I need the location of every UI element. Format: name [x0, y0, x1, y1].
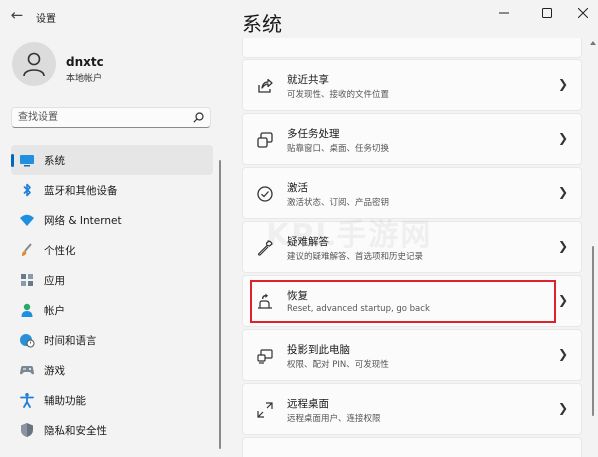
close-button[interactable]: [568, 3, 598, 23]
sidebar-item-network[interactable]: 网络 & Internet: [11, 205, 213, 235]
shield-icon: [21, 423, 33, 437]
chevron-right-icon: ❯: [557, 239, 568, 253]
selection-indicator: [11, 154, 14, 167]
multitask-icon: [257, 132, 273, 148]
sidebar-item-accounts[interactable]: 帐户: [11, 295, 213, 325]
title-bar: ← 设置: [0, 0, 598, 34]
card-subtitle: 权限、配对 PIN、可发现性: [287, 360, 389, 370]
gamepad-icon: [20, 366, 34, 375]
card-subtitle: Reset, advanced startup, go back: [287, 304, 430, 314]
maximize-button[interactable]: [532, 3, 562, 23]
sidebar-item-label: 个性化: [44, 245, 76, 257]
close-icon: [578, 8, 588, 18]
sidebar-item-bluetooth[interactable]: 蓝牙和其他设备: [11, 175, 213, 205]
sidebar-item-label: 隐私和安全性: [44, 425, 107, 437]
accessibility-icon: [20, 393, 34, 408]
apps-icon: [21, 274, 33, 286]
card-title: 多任务处理: [287, 128, 340, 140]
settings-card-recovery[interactable]: 恢复 Reset, advanced startup, go back ❯: [242, 275, 582, 327]
main-scrollbar[interactable]: [592, 246, 594, 416]
settings-card-remote-desktop[interactable]: 远程桌面 远程桌面用户、连接权限 ❯: [242, 383, 582, 435]
bluetooth-icon: [23, 183, 31, 197]
chevron-right-icon: ❯: [557, 347, 568, 361]
card-title: 就近共享: [287, 74, 329, 86]
sidebar-item-label: 蓝牙和其他设备: [44, 185, 118, 197]
minimize-button[interactable]: [489, 3, 519, 23]
person-icon: [21, 303, 33, 317]
sidebar-item-label: 系统: [44, 155, 65, 167]
chevron-right-icon: ❯: [557, 185, 568, 199]
sidebar-item-label: 帐户: [44, 305, 65, 317]
sidebar-item-gaming[interactable]: 游戏: [11, 355, 213, 385]
settings-card-multitasking[interactable]: 多任务处理 贴靠窗口、桌面、任务切换 ❯: [242, 113, 582, 165]
page-title: 系统: [242, 12, 282, 36]
monitor-icon: [20, 155, 34, 167]
card-subtitle: 远程桌面用户、连接权限: [287, 414, 381, 424]
project-icon: [257, 349, 273, 364]
back-button[interactable]: ←: [6, 4, 28, 26]
remote-desktop-icon: [257, 402, 273, 418]
settings-card-partial[interactable]: [242, 38, 582, 58]
app-title: 设置: [36, 14, 56, 25]
sidebar-item-time-language[interactable]: 时间和语言: [11, 325, 213, 355]
card-title: 远程桌面: [287, 398, 329, 410]
sidebar-item-privacy[interactable]: 隐私和安全性: [11, 415, 213, 445]
sidebar-item-label: 游戏: [44, 365, 65, 377]
search-icon[interactable]: [193, 112, 204, 123]
brush-icon: [22, 243, 32, 256]
sidebar-item-label: 网络 & Internet: [44, 215, 122, 227]
sidebar-item-accessibility[interactable]: 辅助功能: [11, 385, 213, 415]
maximize-icon: [542, 8, 552, 18]
watermark: KPL手游网: [266, 218, 433, 253]
scroll-up-arrow-icon[interactable]: [590, 41, 596, 45]
recovery-icon: [258, 293, 272, 309]
arrow-left-icon: ←: [10, 6, 24, 24]
sidebar-item-label: 辅助功能: [44, 395, 86, 407]
share-icon: [258, 78, 273, 93]
person-icon: [23, 52, 45, 77]
sidebar-item-apps[interactable]: 应用: [11, 265, 213, 295]
avatar[interactable]: [12, 42, 56, 86]
search-input[interactable]: [18, 108, 188, 127]
globe-clock-icon: [20, 334, 35, 348]
card-title: 投影到此电脑: [287, 344, 350, 356]
card-subtitle: 可发现性、接收的文件位置: [287, 90, 390, 100]
minimize-icon: [499, 12, 509, 14]
chevron-right-icon: ❯: [557, 293, 568, 307]
settings-card-project-to-pc[interactable]: 投影到此电脑 权限、配对 PIN、可发现性 ❯: [242, 329, 582, 381]
sidebar-scrollbar[interactable]: [219, 160, 221, 449]
sidebar-nav: 系统 蓝牙和其他设备 网络 & Internet 个性化 应用 帐户 时间和语言…: [11, 145, 213, 445]
chevron-right-icon: ❯: [557, 77, 568, 91]
chevron-right-icon: ❯: [557, 131, 568, 145]
card-subtitle: 贴靠窗口、桌面、任务切换: [287, 144, 390, 154]
check-circle-icon: [257, 186, 273, 202]
sidebar-item-label: 时间和语言: [44, 335, 97, 347]
chevron-right-icon: ❯: [557, 401, 568, 415]
account-type: 本地帐户: [66, 74, 103, 84]
user-name: dnxtc: [66, 55, 104, 69]
sidebar-item-system[interactable]: 系统: [11, 145, 213, 175]
settings-card-nearby-sharing[interactable]: 就近共享 可发现性、接收的文件位置 ❯: [242, 59, 582, 111]
card-subtitle: 激活状态、订阅、产品密钥: [287, 198, 390, 208]
sidebar-item-personalization[interactable]: 个性化: [11, 235, 213, 265]
settings-card-partial[interactable]: [242, 437, 582, 457]
search-box[interactable]: [11, 107, 211, 128]
sidebar-item-label: 应用: [44, 275, 65, 287]
wifi-icon: [20, 214, 34, 226]
card-title: 恢复: [287, 290, 308, 302]
card-title: 激活: [287, 182, 308, 194]
